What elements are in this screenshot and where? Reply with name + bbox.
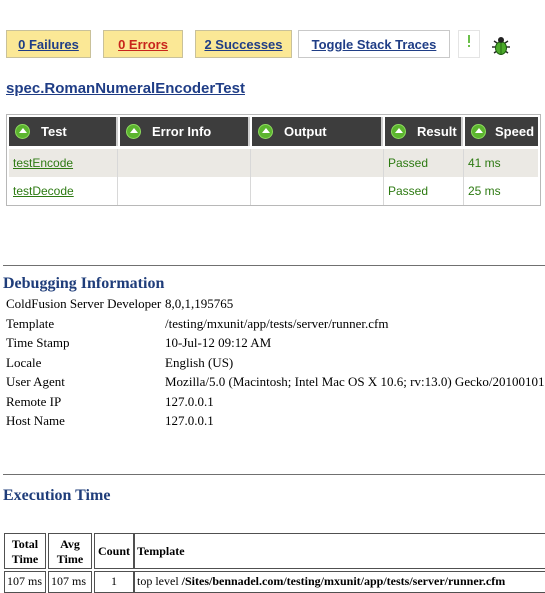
count-value: 1 xyxy=(94,571,134,593)
column-header-output[interactable]: Output xyxy=(252,117,383,146)
debug-key: Locale xyxy=(6,355,42,370)
debug-key: Time Stamp xyxy=(6,335,70,350)
sort-arrow-icon xyxy=(15,124,30,139)
failures-button[interactable]: 0 Failures xyxy=(6,30,91,58)
column-header-result[interactable]: Result xyxy=(385,117,463,146)
template-value: top level /Sites/bennadel.com/testing/mx… xyxy=(134,571,545,593)
header-template: Template xyxy=(134,533,545,569)
debug-key: Template xyxy=(6,316,55,331)
successes-button[interactable]: 2 Successes xyxy=(195,30,292,58)
test-name-link[interactable]: testEncode xyxy=(13,156,73,170)
result-cell: Passed xyxy=(384,177,464,205)
avg-time-value: 107 ms xyxy=(48,571,92,593)
column-header-test[interactable]: Test xyxy=(9,117,118,146)
header-total-time: Total Time xyxy=(4,533,46,569)
sort-arrow-icon xyxy=(391,124,406,139)
error-info-cell xyxy=(118,149,251,177)
errors-button[interactable]: 0 Errors xyxy=(103,30,183,58)
section-divider xyxy=(3,265,545,266)
debug-section-title: Debugging Information xyxy=(3,275,165,292)
debug-value: Mozilla/5.0 (Macintosh; Intel Mac OS X 1… xyxy=(165,374,545,389)
result-cell: Passed xyxy=(384,149,464,177)
test-name-link[interactable]: testDecode xyxy=(13,184,74,198)
debug-value: /testing/mxunit/app/tests/server/runner.… xyxy=(165,316,389,331)
section-divider xyxy=(3,474,545,475)
speed-cell: 41 ms xyxy=(468,156,501,170)
debug-key: User Agent xyxy=(6,374,65,389)
debug-key: Remote IP xyxy=(6,394,62,409)
execution-section-title: Execution Time xyxy=(3,487,111,504)
column-header-error-info[interactable]: Error Info xyxy=(120,117,250,146)
table-row: testEncode Passed 41 ms xyxy=(9,149,538,177)
execution-time-table: Total Time Avg Time Count Template 107 m… xyxy=(4,533,545,593)
sort-arrow-icon xyxy=(471,124,486,139)
output-cell xyxy=(251,149,384,177)
debug-value: English (US) xyxy=(165,355,234,370)
debug-value: 8,0,1,195765 xyxy=(165,296,234,311)
debug-key: ColdFusion Server Developer xyxy=(6,296,162,311)
debug-output-marker xyxy=(458,30,480,58)
debug-value: 127.0.0.1 xyxy=(165,413,214,428)
bug-icon xyxy=(492,37,510,55)
header-avg-time: Avg Time xyxy=(48,533,92,569)
speed-cell: 25 ms xyxy=(468,184,501,198)
debug-key: Host Name xyxy=(6,413,65,428)
total-time-value: 107 ms xyxy=(4,571,46,593)
header-count: Count xyxy=(94,533,134,569)
spec-title-link[interactable]: spec.RomanNumeralEncoderTest xyxy=(6,80,245,97)
column-header-speed[interactable]: Speed xyxy=(465,117,538,146)
sort-arrow-icon xyxy=(258,124,273,139)
results-table: Test Error Info Output Result Speed test… xyxy=(6,114,541,206)
table-row: testDecode Passed 25 ms xyxy=(9,177,538,205)
toggle-stack-traces-button[interactable]: Toggle Stack Traces xyxy=(298,30,450,58)
sort-arrow-icon xyxy=(126,124,141,139)
debug-value: 10-Jul-12 09:12 AM xyxy=(165,335,272,350)
error-info-cell xyxy=(118,177,251,205)
output-cell xyxy=(251,177,384,205)
debug-value: 127.0.0.1 xyxy=(165,394,214,409)
